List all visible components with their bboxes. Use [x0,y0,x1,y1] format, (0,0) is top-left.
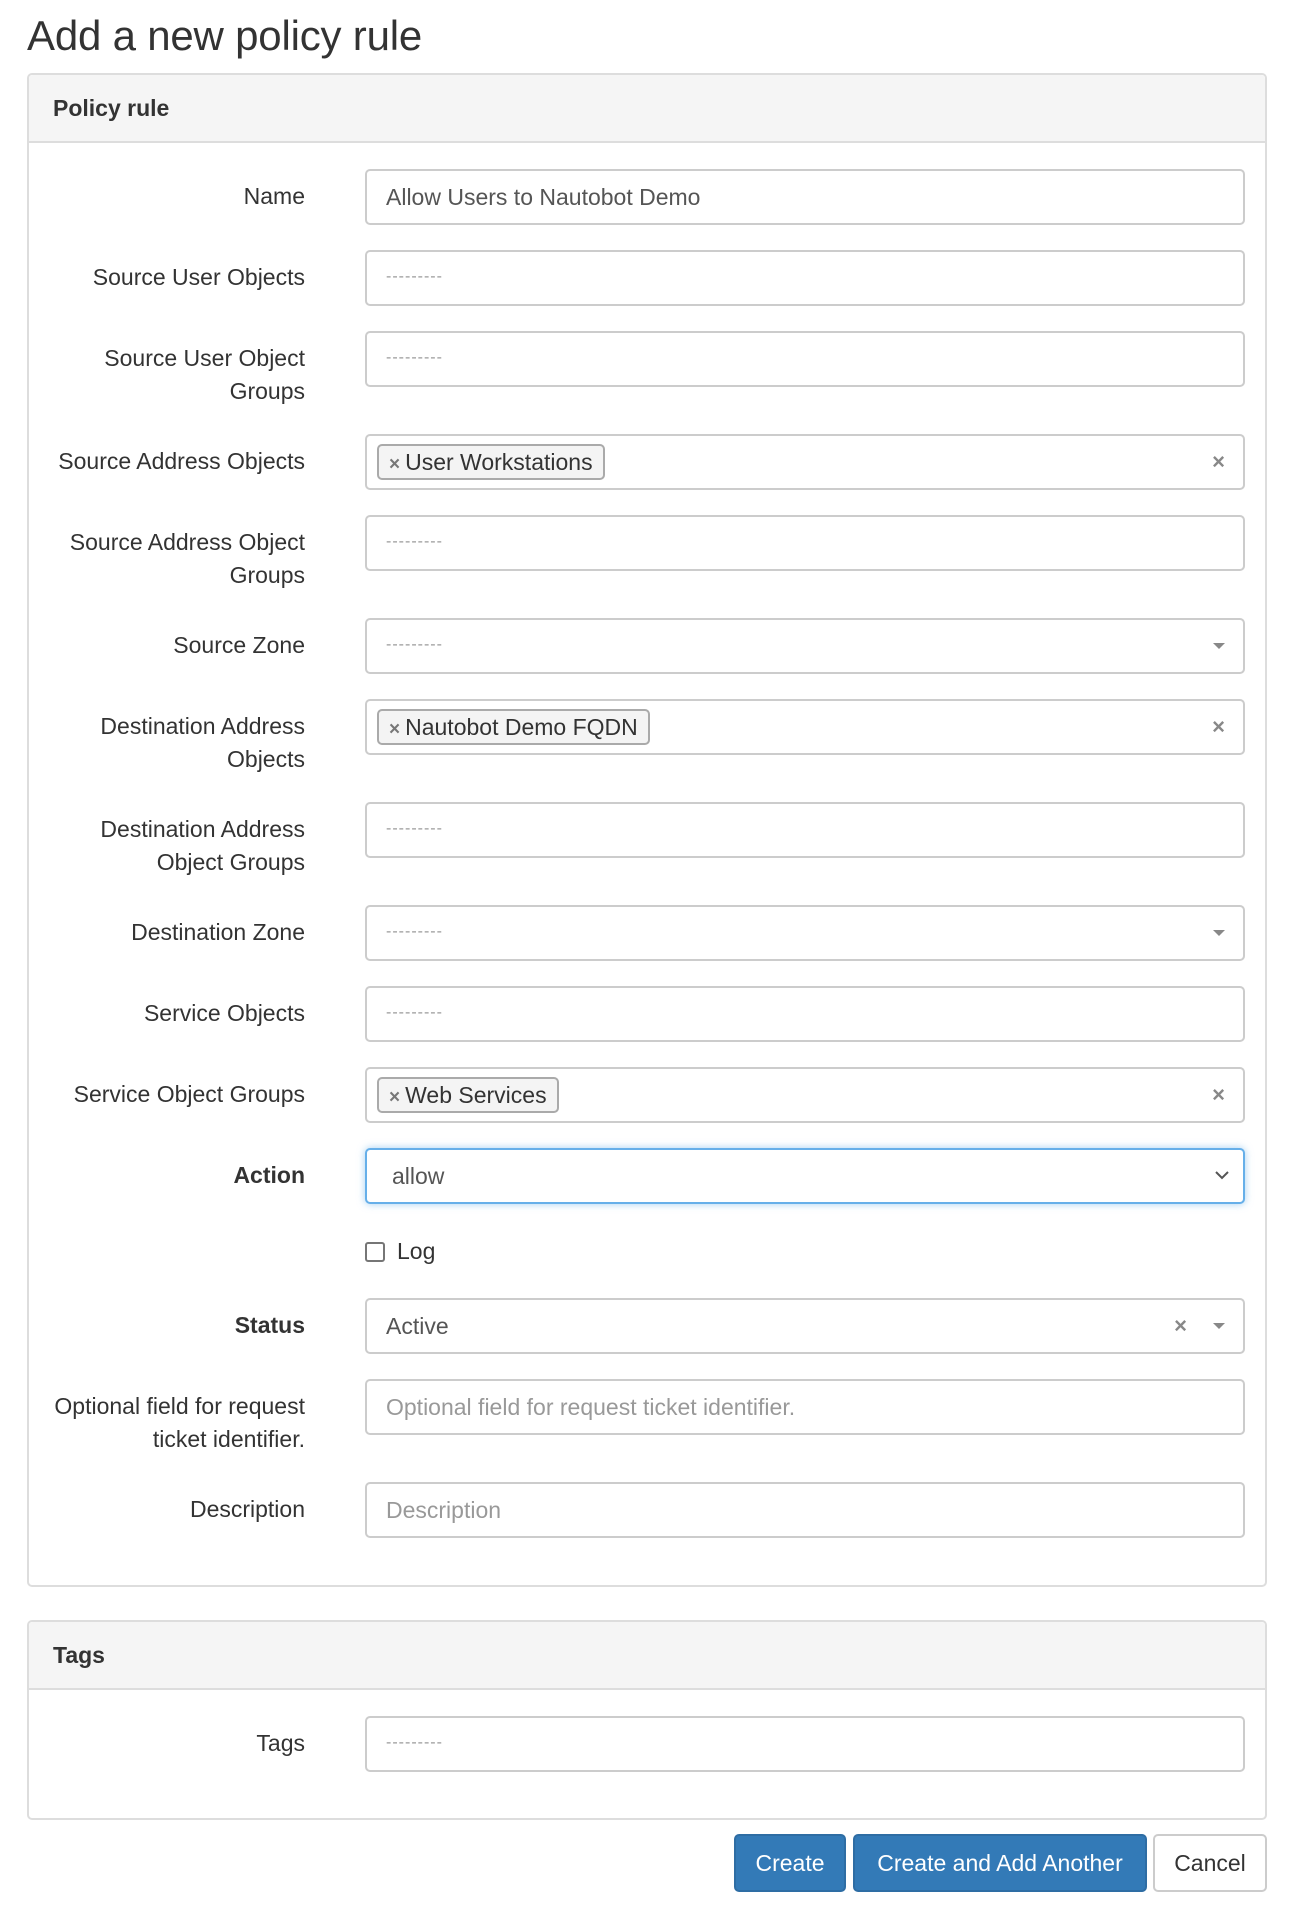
destination-address-clear-icon[interactable]: × [1212,701,1225,753]
log-checkbox[interactable] [365,1242,385,1262]
source-user-object-groups-label-line1: Source User Object [104,345,305,371]
source-address-objects-label: Source Address Objects [58,448,305,474]
tags-placeholder: --------- [386,1734,443,1751]
source-user-object-groups-label-line2: Groups [229,378,305,404]
service-object-groups-chip: × Web Services [377,1077,559,1113]
page-title: Add a new policy rule [27,12,423,59]
source-zone-caret-icon[interactable] [1213,643,1225,649]
service-object-groups-label: Service Object Groups [73,1081,305,1107]
name-input[interactable]: Allow Users to Nautobot Demo [365,169,1245,225]
action-label: Action [233,1162,305,1188]
source-address-chip: × User Workstations [377,444,605,480]
destination-address-object-groups-select[interactable]: --------- [365,802,1245,858]
description-placeholder: Description [386,1497,502,1523]
tags-select[interactable]: --------- [365,1716,1245,1772]
source-user-objects-label: Source User Objects [92,264,305,290]
destination-address-chip-label: Nautobot Demo FQDN [405,714,638,740]
service-object-groups-chip-label: Web Services [405,1082,547,1108]
create-button[interactable]: Create [734,1834,846,1892]
request-id-placeholder: Optional field for request ticket identi… [386,1394,796,1420]
request-id-input[interactable]: Optional field for request ticket identi… [365,1379,1245,1435]
service-object-groups-clear-icon[interactable]: × [1212,1069,1225,1121]
source-user-objects-placeholder: --------- [386,268,443,285]
tags-panel: Tags Tags --------- [27,1620,1267,1820]
destination-address-object-groups-label-line2: Object Groups [156,849,305,875]
source-address-chip-label: User Workstations [405,449,593,475]
service-objects-label: Service Objects [143,1000,305,1026]
destination-address-object-groups-placeholder: --------- [386,820,443,837]
description-label: Description [189,1496,305,1522]
destination-address-object-groups-label-line1: Destination Address [100,816,305,842]
source-user-object-groups-placeholder: --------- [386,349,443,366]
description-input[interactable]: Description [365,1482,1245,1538]
action-select[interactable]: allow [365,1148,1245,1204]
policy-rule-panel: Policy rule Name Allow Users to Nautobot… [27,73,1267,1587]
create-and-add-another-button[interactable]: Create and Add Another [853,1834,1147,1892]
name-label: Name [243,183,305,209]
source-address-chip-remove-icon[interactable]: × [389,454,400,475]
chevron-down-icon [1215,1171,1229,1180]
status-caret-icon[interactable] [1213,1323,1225,1329]
destination-address-objects-select[interactable]: × Nautobot Demo FQDN × [365,699,1245,755]
destination-address-objects-label: Destination Address Objects [5,710,305,776]
policy-rule-panel-heading: Policy rule [29,75,1265,143]
status-select[interactable]: Active × [365,1298,1245,1354]
source-address-clear-icon[interactable]: × [1212,436,1225,488]
source-address-object-groups-label: Source Address Object Groups [5,526,305,592]
source-address-objects-select[interactable]: × User Workstations × [365,434,1245,490]
source-zone-label: Source Zone [173,632,305,658]
tags-label: Tags [256,1730,305,1756]
destination-address-objects-label-line1: Destination Address [100,713,305,739]
status-clear-icon[interactable]: × [1174,1300,1187,1352]
action-select-value: allow [392,1163,445,1189]
service-objects-select[interactable]: --------- [365,986,1245,1042]
request-id-label-line2: ticket identifier. [152,1426,305,1452]
source-user-objects-select[interactable]: --------- [365,250,1245,306]
destination-zone-label: Destination Zone [131,919,305,945]
source-zone-select[interactable]: --------- [365,618,1245,674]
destination-address-object-groups-label: Destination Address Object Groups [5,813,305,879]
source-zone-placeholder: --------- [386,636,443,653]
destination-address-chip-remove-icon[interactable]: × [389,719,400,740]
destination-address-chip: × Nautobot Demo FQDN [377,709,650,745]
source-user-object-groups-select[interactable]: --------- [365,331,1245,387]
destination-zone-select[interactable]: --------- [365,905,1245,961]
log-label[interactable]: Log [397,1235,435,1268]
tags-panel-heading: Tags [29,1622,1265,1690]
service-objects-placeholder: --------- [386,1004,443,1021]
request-id-label: Optional field for request ticket identi… [5,1390,305,1456]
service-object-groups-select[interactable]: × Web Services × [365,1067,1245,1123]
destination-zone-caret-icon[interactable] [1213,930,1225,936]
destination-zone-placeholder: --------- [386,923,443,940]
source-user-object-groups-label: Source User Object Groups [5,342,305,408]
source-address-object-groups-label-line1: Source Address Object [69,529,305,555]
name-input-value: Allow Users to Nautobot Demo [386,184,701,210]
source-address-object-groups-placeholder: --------- [386,533,443,550]
source-address-object-groups-select[interactable]: --------- [365,515,1245,571]
source-address-object-groups-label-line2: Groups [229,562,305,588]
status-select-value: Active [386,1313,449,1339]
service-object-groups-chip-remove-icon[interactable]: × [389,1087,400,1108]
status-label: Status [234,1312,305,1338]
cancel-button[interactable]: Cancel [1153,1834,1267,1892]
destination-address-objects-label-line2: Objects [227,746,305,772]
request-id-label-line1: Optional field for request [54,1393,305,1419]
